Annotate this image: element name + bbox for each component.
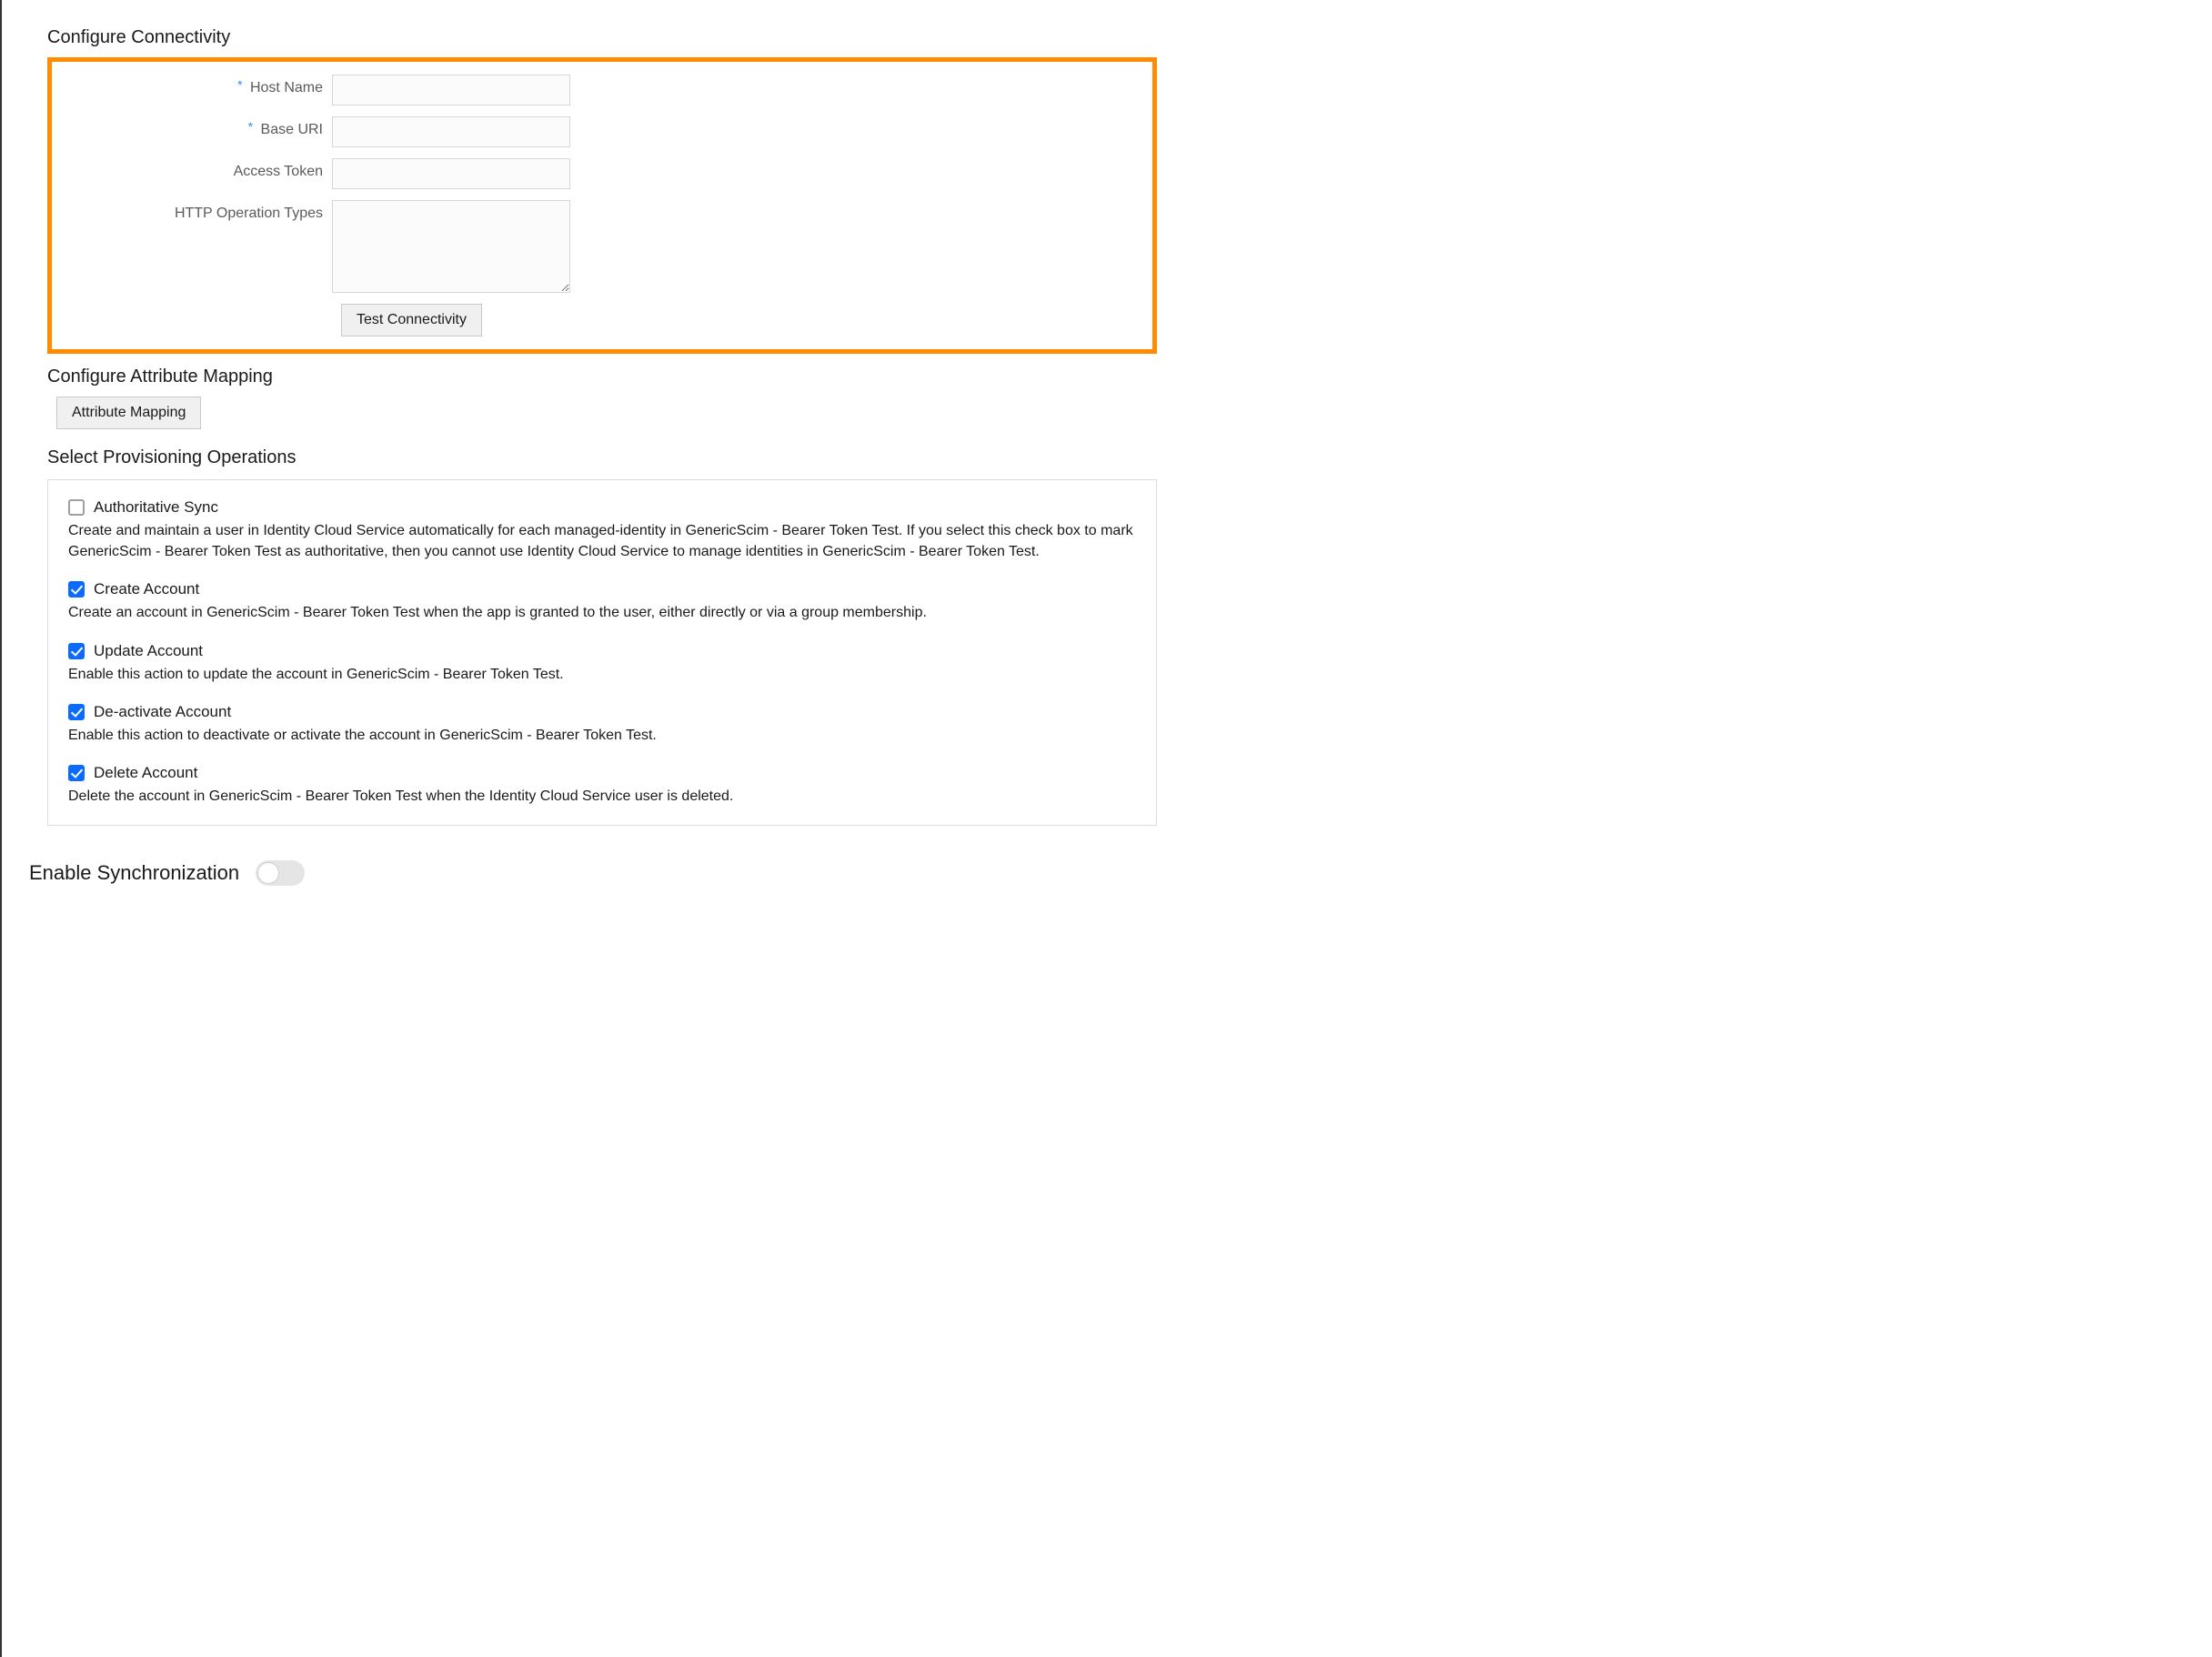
op-label-create-account: Create Account — [94, 580, 199, 598]
required-asterisk-icon: * — [237, 77, 242, 92]
attribute-mapping-button[interactable]: Attribute Mapping — [56, 397, 201, 429]
op-item-deactivate-account: De-activate Account Enable this action t… — [68, 703, 1136, 746]
op-desc-create-account: Create an account in GenericScim - Beare… — [68, 602, 1136, 623]
op-item-create-account: Create Account Create an account in Gene… — [68, 580, 1136, 623]
op-label-deactivate-account: De-activate Account — [94, 703, 231, 721]
op-desc-delete-account: Delete the account in GenericScim - Bear… — [68, 786, 1136, 807]
checkbox-update-account[interactable] — [68, 643, 85, 659]
op-desc-deactivate-account: Enable this action to deactivate or acti… — [68, 725, 1136, 746]
checkbox-authoritative-sync[interactable] — [68, 499, 85, 516]
host-name-input[interactable] — [332, 75, 570, 105]
access-token-label: Access Token — [70, 158, 332, 180]
required-asterisk-icon: * — [248, 119, 253, 134]
http-operation-types-input[interactable] — [332, 200, 570, 293]
provisioning-operations-panel: Authoritative Sync Create and maintain a… — [47, 479, 1157, 826]
toggle-knob-icon — [257, 862, 279, 884]
host-name-label: * Host Name — [70, 75, 332, 96]
op-label-authoritative-sync: Authoritative Sync — [94, 498, 218, 517]
checkbox-deactivate-account[interactable] — [68, 704, 85, 720]
op-item-authoritative-sync: Authoritative Sync Create and maintain a… — [68, 498, 1136, 562]
test-connectivity-button[interactable]: Test Connectivity — [341, 304, 482, 336]
op-label-update-account: Update Account — [94, 642, 203, 660]
op-item-delete-account: Delete Account Delete the account in Gen… — [68, 764, 1136, 807]
base-uri-input[interactable] — [332, 116, 570, 147]
base-uri-label-text: Base URI — [261, 122, 323, 137]
op-item-update-account: Update Account Enable this action to upd… — [68, 642, 1136, 685]
configure-attribute-mapping-title: Configure Attribute Mapping — [47, 367, 1157, 387]
access-token-input[interactable] — [332, 158, 570, 189]
http-operation-types-label-text: HTTP Operation Types — [175, 206, 323, 221]
select-provisioning-operations-title: Select Provisioning Operations — [47, 447, 1157, 468]
op-label-delete-account: Delete Account — [94, 764, 197, 782]
checkbox-create-account[interactable] — [68, 581, 85, 598]
host-name-label-text: Host Name — [250, 80, 323, 95]
checkbox-delete-account[interactable] — [68, 765, 85, 781]
configure-connectivity-title: Configure Connectivity — [47, 27, 1157, 48]
access-token-label-text: Access Token — [234, 164, 323, 179]
base-uri-label: * Base URI — [70, 116, 332, 138]
enable-synchronization-label: Enable Synchronization — [29, 861, 239, 885]
connectivity-highlight-box: * Host Name * Base URI Access Token HTTP… — [47, 57, 1157, 354]
http-operation-types-label: HTTP Operation Types — [70, 200, 332, 222]
op-desc-update-account: Enable this action to update the account… — [68, 664, 1136, 685]
enable-synchronization-toggle[interactable] — [256, 860, 305, 886]
op-desc-authoritative-sync: Create and maintain a user in Identity C… — [68, 520, 1136, 562]
